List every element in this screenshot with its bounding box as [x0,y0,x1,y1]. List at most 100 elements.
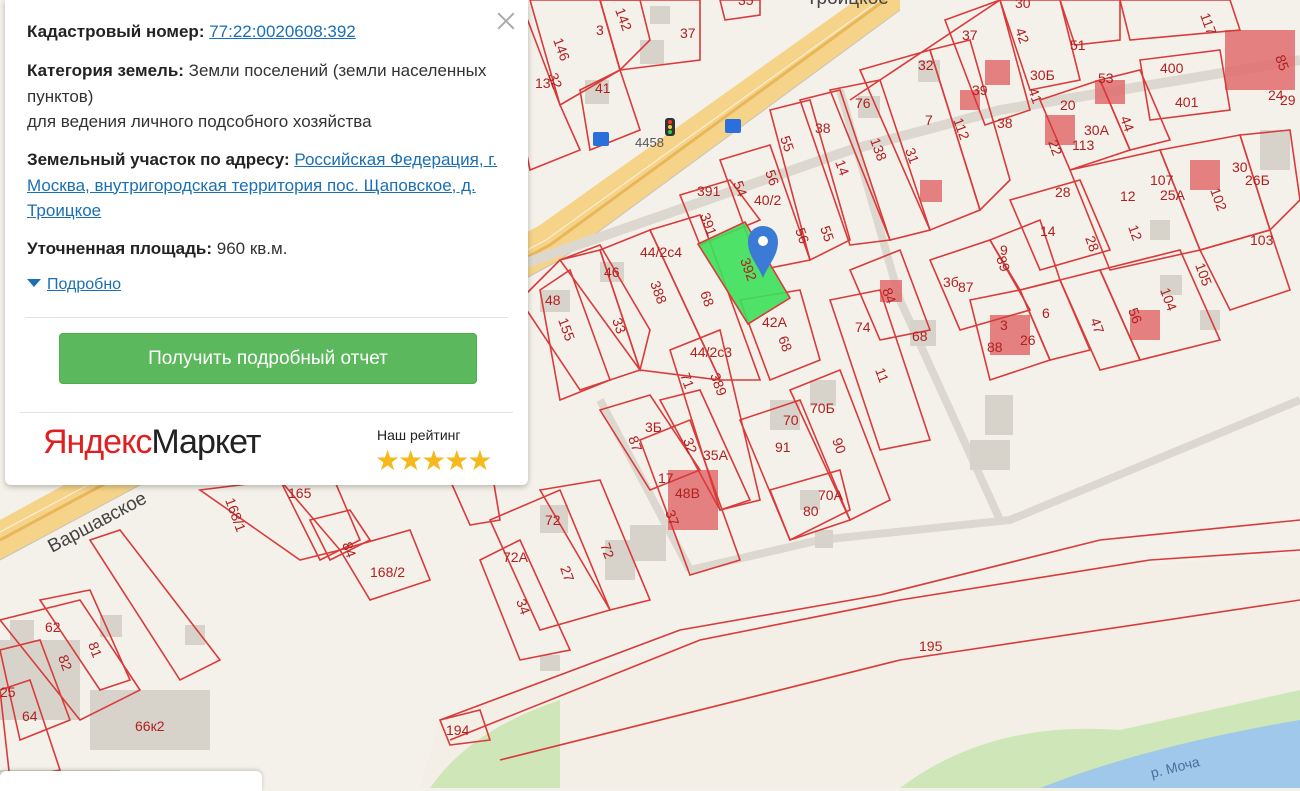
plot-number-label: 42 [1012,26,1032,46]
plot-number-label: 47 [1087,316,1107,336]
plot-number-label: 30Б [1030,67,1055,83]
plot-number-label: 107 [1150,172,1174,188]
plot-number-label: 70 [783,412,799,428]
plot-number-label: 17 [658,470,674,486]
plot-number-label: 155 [555,316,578,344]
plot-number-label: 38 [997,115,1013,131]
plot-number-label: 14 [832,158,852,178]
bottom-panel[interactable] [0,771,262,791]
plot-number-label: 91 [775,439,791,455]
plot-number-label: 103 [1250,232,1274,248]
plot-number-label: 102 [1207,186,1230,214]
plot-info-popup: Кадастровый номер: 77:22:0020608:392 Кат… [5,0,528,485]
plot-number-label: 25 [0,684,16,700]
plot-number-label: 48 [545,292,561,308]
plot-number-label: 3Б [645,419,662,435]
logo-part-yandex: Яндекс [43,423,152,461]
details-toggle[interactable]: Подробно [27,276,121,294]
plot-number-label: 44 [1117,114,1137,134]
get-report-button[interactable]: Получить подробный отчет [59,333,477,384]
yandex-market-logo[interactable]: ЯндексМаркет [43,423,261,462]
plot-number-label: 11 [872,366,892,385]
plot-number-label: 70Б [810,400,835,416]
plot-number-label: 12 [1120,188,1136,204]
plot-number-label: 72А [503,549,529,565]
plot-number-label: 34 [513,597,533,617]
plot-number-label: 39 [972,82,988,98]
category-use: для ведения личного подсобного хозяйства [27,112,372,131]
plot-number-label: 13 [535,75,551,91]
rating-stars: ★★★★★ [375,445,493,476]
plot-number-label: 391 [697,211,720,239]
plot-number-label: 31 [902,146,922,166]
land-category-row: Категория земель: Земли поселений (земли… [27,58,508,135]
plot-number-label: 26 [1020,332,1036,348]
plot-number-label: 89 [993,254,1013,274]
cadastral-label: Кадастровый номер: [27,22,205,41]
plot-number-label: 62 [45,619,61,635]
plot-number-label: 3 [1000,317,1008,333]
plot-number-label: 195 [919,638,943,654]
plot-number-label: 20 [1060,97,1076,113]
plot-number-label: 168/1 [222,496,249,535]
plot-number-label: 401 [1175,94,1199,110]
plot-number-label: 30А [1084,122,1110,138]
plot-number-label: 48В [675,485,700,501]
category-label: Категория земель: [27,61,184,80]
plot-number-label: 146 [550,36,573,64]
plot-number-label: 142 [612,6,635,34]
cadastral-number-link[interactable]: 77:22:0020608:392 [209,22,356,41]
area-row: Уточненная площадь: 960 кв.м. [27,236,508,262]
plot-number-label: 27 [557,564,577,584]
plot-number-label: 14 [1040,223,1056,239]
plot-number-label: 165 [288,485,312,501]
plot-number-label: 64 [22,708,38,724]
cadastral-number-row: Кадастровый номер: 77:22:0020608:392 [27,19,508,45]
address-label: Земельный участок по адресу: [27,150,290,169]
plot-number-label: 42А [762,314,788,330]
plot-number-label: 7 [925,112,933,128]
plot-number-label: 71 [677,371,697,391]
plot-number-label: 113 [1072,137,1095,153]
plot-number-label: 389 [707,371,730,399]
plot-number-label: 53 [1098,70,1114,86]
plot-number-label: 168/2 [370,564,405,580]
plot-number-label: 391 [697,183,721,199]
plot-number-label: 44/2с4 [640,244,682,260]
plot-number-label: 194 [446,722,470,738]
plot-number-label: 35 [738,0,754,8]
plot-number-label: 41 [595,80,611,96]
plot-number-label: 72 [545,512,561,528]
plot-number-label: 55 [817,224,837,244]
stop-number-label: 4458 [635,135,664,150]
address-row: Земельный участок по адресу: Российская … [27,147,508,224]
details-label: Подробно [47,276,122,293]
plot-number-label: 28 [1082,234,1102,254]
plot-number-label: 40/2 [754,192,781,208]
plot-number-label: 32 [918,57,934,73]
plot-number-label: 38 [815,120,831,136]
plot-number-label: 25А [1160,187,1186,203]
logo-part-market: Маркет [151,423,261,461]
plot-number-label: 46 [604,264,620,280]
plot-number-label: 51 [1070,37,1086,53]
plot-number-label: 90 [829,436,849,456]
plot-number-label: 44/2с3 [690,344,732,360]
plot-number-label: 400 [1160,60,1184,76]
plot-number-label: 35А [703,447,729,463]
plot-number-label: 68 [775,334,795,354]
plot-number-label: 68 [697,289,717,309]
plot-number-label: 66к2 [135,718,165,734]
plot-number-label: 28 [1055,184,1071,200]
plot-number-label: 12 [1125,223,1145,243]
area-label: Уточненная площадь: [27,239,212,258]
plot-number-label: 388 [647,279,670,307]
plot-number-label: 70А [818,487,844,503]
plot-number-label: 26Б [1245,172,1270,188]
locality-label: Троицкое [806,0,889,9]
plot-number-label: 3 [596,22,604,38]
plot-number-label: 88 [987,339,1003,355]
rating-label: Наш рейтинг [377,427,461,443]
plot-number-label: 29 [1280,92,1296,108]
plot-number-label: 81 [85,640,105,660]
